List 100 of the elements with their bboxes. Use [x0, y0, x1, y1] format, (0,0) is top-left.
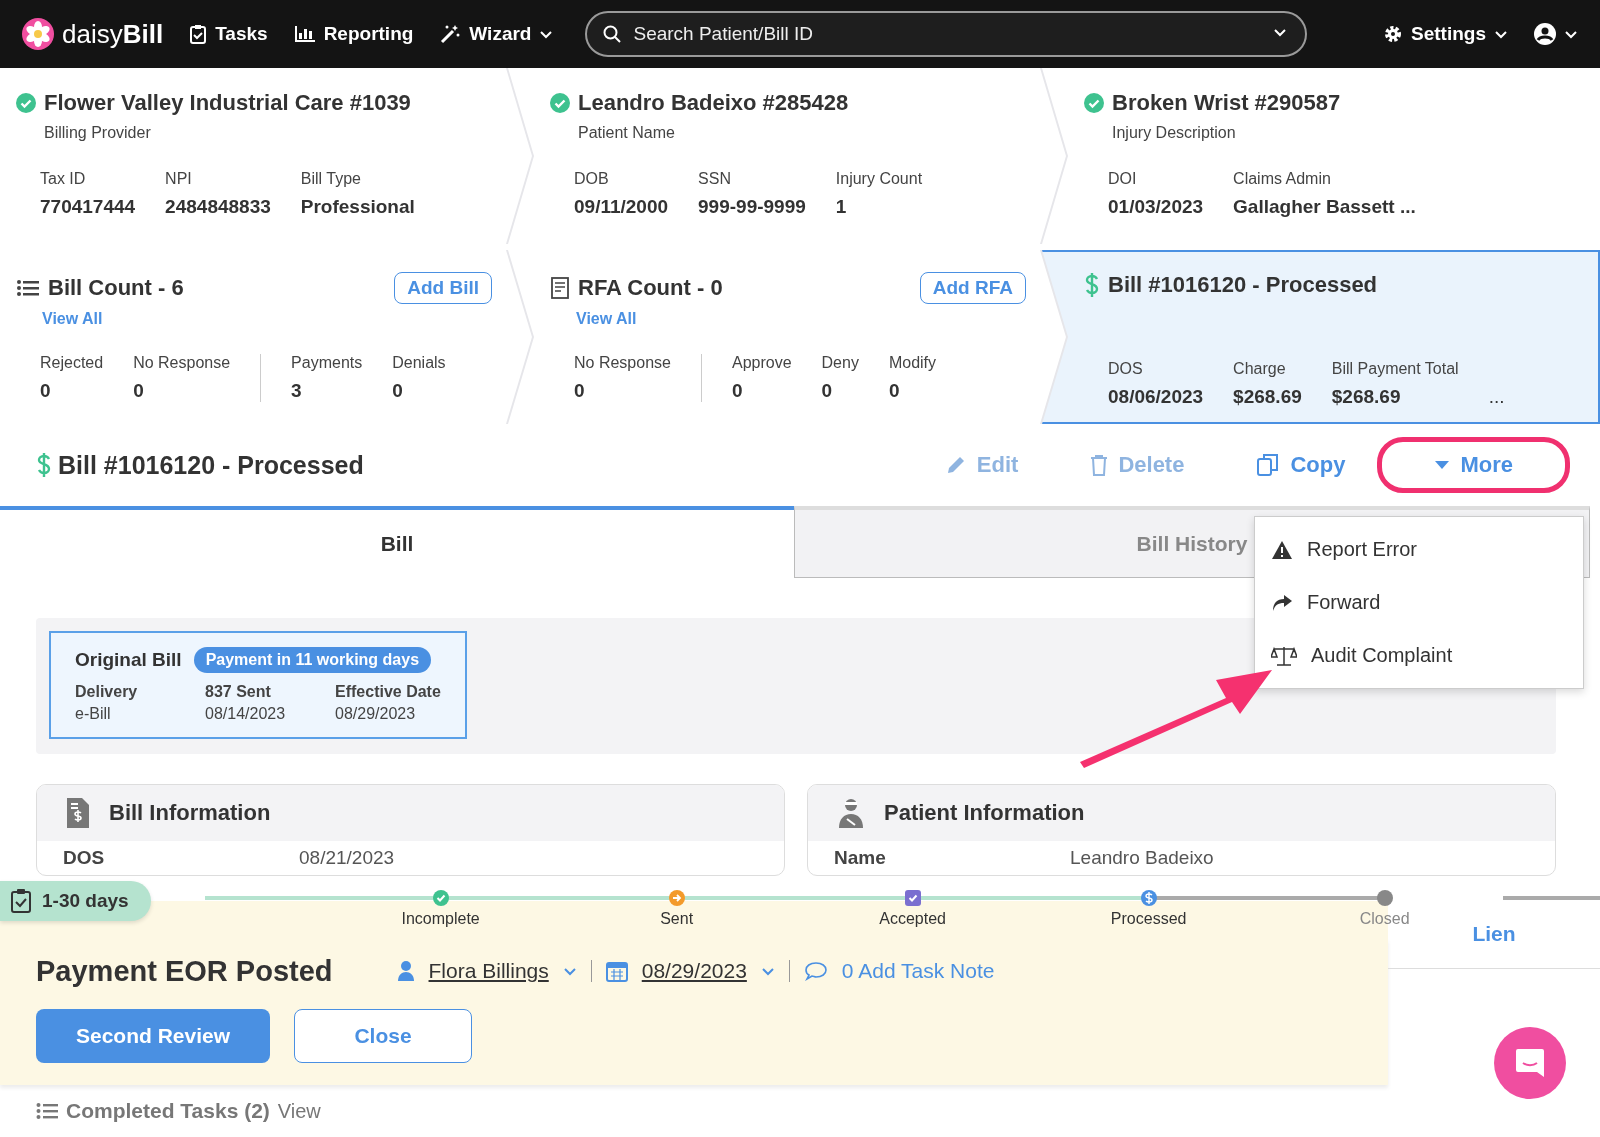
nav-item[interactable]: Wizard	[439, 23, 554, 45]
field-label: Bill Payment Total	[1331, 360, 1459, 378]
field-label: Delivery	[75, 683, 139, 701]
field-label: Payments	[291, 354, 363, 372]
age-badge: 1-30 days	[0, 881, 151, 921]
field-label: No Response	[574, 354, 671, 372]
field-value: Professional	[300, 196, 415, 218]
more-ellipsis: ...	[1488, 386, 1505, 408]
field-label: Rejected	[40, 354, 104, 372]
trash-icon	[1090, 454, 1109, 476]
list-icon	[16, 278, 40, 298]
field-label: Tax ID	[40, 170, 87, 188]
search-field[interactable]: Search Patient/Bill ID	[585, 11, 1308, 57]
field-value: e-Bill	[75, 705, 112, 723]
card-title: Broken Wrist #290587	[1112, 90, 1341, 116]
field-label: Claims Admin	[1233, 170, 1332, 188]
nav-item[interactable]: Reporting	[293, 23, 414, 45]
status-badge: Payment in 11 working days	[193, 647, 432, 673]
verified-icon	[1084, 93, 1104, 113]
card-title: Leandro Badeixo #285428	[578, 90, 849, 116]
field-label: No Response	[133, 354, 231, 372]
settings-menu[interactable]: Settings	[1383, 23, 1508, 45]
field-label: Effective Date	[335, 683, 441, 701]
bill-title: Bill #1016120 - Processed	[58, 450, 364, 480]
field-value: $268.69	[1331, 386, 1402, 408]
field-value: 0	[574, 380, 586, 402]
field-value: 09/11/2000	[574, 196, 669, 218]
field-label: Name	[834, 847, 887, 869]
field-label: 837 Sent	[205, 683, 272, 701]
list-icon	[36, 1102, 58, 1120]
warning-icon	[1271, 539, 1293, 560]
field-value: Leandro Badeixo	[1070, 847, 1214, 869]
card-subtitle: Patient Name	[578, 124, 676, 142]
clipboard-check-icon	[10, 888, 32, 914]
field-value: 01/03/2023	[1108, 196, 1204, 218]
nav-item[interactable]: Tasks	[189, 23, 268, 45]
share-arrow-icon	[1271, 593, 1293, 612]
card-title: Bill Information	[109, 800, 271, 826]
user-avatar-icon	[1534, 23, 1556, 45]
caret-down-icon	[1434, 460, 1451, 470]
card-title: Patient Information	[884, 800, 1085, 826]
field-value: 999-99-9999	[698, 196, 806, 218]
patient-icon	[836, 797, 866, 829]
field-label: Approve	[731, 354, 792, 372]
task-title: Payment EOR Posted	[36, 954, 333, 988]
field-value: 2484848833	[165, 196, 271, 218]
field-label: Bill Type	[300, 170, 362, 188]
field-value: $268.69	[1233, 386, 1302, 408]
menu-item[interactable]: Report Error	[1255, 523, 1583, 576]
calendar-icon	[605, 960, 628, 982]
person-icon	[396, 960, 415, 982]
field-value: 08/14/2023	[205, 705, 287, 723]
bill-document-icon	[65, 797, 91, 829]
field-value: 3	[291, 380, 303, 402]
verified-icon	[16, 93, 36, 113]
card-title: RFA Count - 0	[578, 275, 723, 301]
settings-icon	[1383, 24, 1404, 44]
menu-item[interactable]: Audit Complaint	[1255, 629, 1583, 682]
completed-tasks-label: Completed Tasks (2)	[66, 1099, 270, 1123]
logo[interactable]: daisyBill	[22, 18, 164, 50]
card-subtitle: Injury Description	[1112, 124, 1237, 142]
stage-label: Accepted	[879, 910, 946, 928]
field-value: Gallagher Bassett ...	[1233, 196, 1416, 218]
field-label: Denials	[392, 354, 446, 372]
field-label: Deny	[821, 354, 859, 372]
field-label: DOS	[63, 847, 106, 869]
card-title: Bill Count - 6	[48, 275, 184, 301]
field-value: 0	[731, 380, 744, 402]
field-label: DOI	[1108, 170, 1138, 188]
field-value: 0	[821, 380, 834, 402]
field-label: Modify	[888, 354, 937, 372]
card-title: Flower Valley Industrial Care #1039	[44, 90, 411, 116]
user-menu[interactable]	[1534, 23, 1578, 45]
field-label: DOS	[1108, 360, 1144, 378]
field-label: SSN	[698, 170, 732, 188]
summary-card[interactable]: Bill #1016120 - Processed DOS 08/06/2023 Charge $268.69 Bill Payment Total $268.69 ...	[1042, 250, 1600, 424]
menu-item[interactable]: Forward	[1255, 576, 1583, 629]
comment-icon	[803, 961, 828, 981]
dollar-icon	[36, 452, 52, 478]
field-label: NPI	[165, 170, 193, 188]
field-label: Charge	[1233, 360, 1287, 378]
copy-icon	[1256, 453, 1281, 477]
stage-label: Closed	[1359, 910, 1410, 928]
stage-label: Processed	[1110, 910, 1187, 928]
magic-wand-icon	[439, 23, 462, 45]
due-date-link[interactable]: 08/29/2023	[641, 959, 747, 983]
verified-icon	[550, 93, 570, 113]
stage-label: Incomplete	[401, 910, 480, 928]
field-value: 08/29/2023	[335, 705, 417, 723]
assignee-link[interactable]: Flora Billings	[428, 959, 549, 983]
flower-logo-icon	[22, 18, 54, 50]
field-label: Injury Count	[835, 170, 923, 188]
original-bill-title: Original Bill	[75, 649, 182, 671]
scales-icon	[1271, 644, 1297, 667]
field-value: 0	[40, 380, 52, 402]
chart-icon	[293, 25, 316, 43]
field-value: 08/21/2023	[299, 847, 395, 869]
clipboard-icon	[189, 24, 208, 44]
view-link[interactable]: View	[277, 1099, 321, 1123]
field-value: 770417444	[40, 196, 136, 218]
